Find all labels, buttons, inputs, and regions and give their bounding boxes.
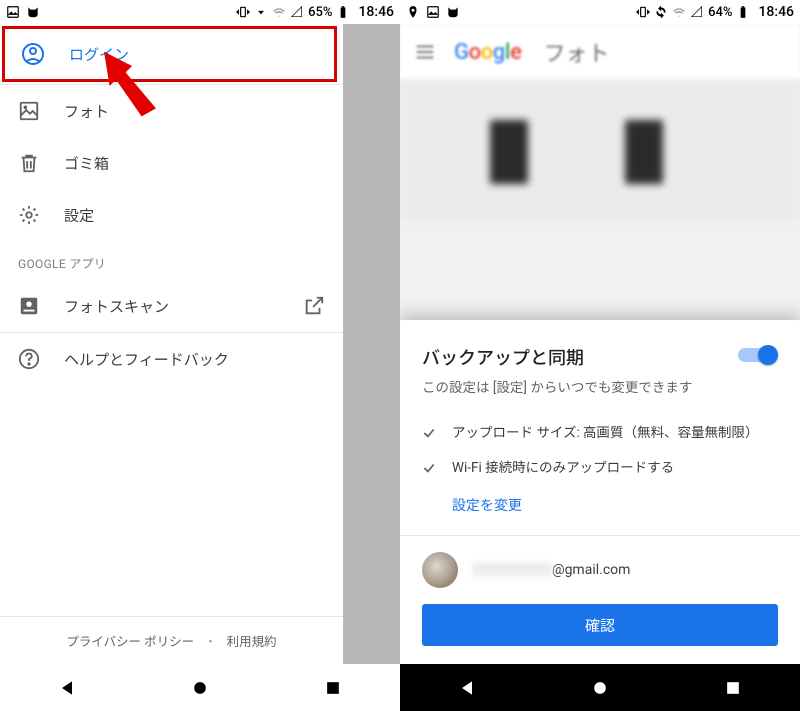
signal-icon [690, 5, 704, 19]
nav-item-settings[interactable]: 設定 [0, 189, 343, 241]
nav-label: 設定 [64, 205, 94, 226]
google-logo: Google [454, 40, 521, 65]
dot-separator: ・ [204, 631, 217, 650]
sheet-title: バックアップと同期 [422, 344, 584, 370]
back-button[interactable] [57, 678, 77, 698]
check-icon [422, 461, 436, 475]
blurred-background [400, 80, 800, 220]
check-item: Wi-Fi 接続時にのみアップロードする [422, 459, 778, 479]
location-notification-icon [406, 5, 420, 19]
terms-link[interactable]: 利用規約 [227, 631, 277, 650]
wifi-icon [272, 5, 286, 19]
nav-item-trash[interactable]: ゴミ箱 [0, 137, 343, 189]
back-button[interactable] [457, 678, 477, 698]
battery-icon [736, 5, 750, 19]
login-label: ログイン [69, 44, 129, 65]
clock: 18:46 [358, 4, 394, 20]
account-row[interactable]: @gmail.com [422, 552, 778, 588]
right-content: Google フォト バックアップと同期 この設定は [設定] からいつでも変更… [400, 24, 800, 664]
status-bar-left: 65% 18:46 [0, 0, 400, 24]
account-email: @gmail.com [472, 562, 630, 578]
account-circle-icon [21, 42, 45, 66]
app-header: Google フォト [400, 24, 800, 80]
check-icon [422, 426, 436, 440]
avatar [422, 552, 458, 588]
nav-drawer: ログイン フォト ゴミ箱 設定 GOOGLE アプリ フォトスキャン ヘルプとフ… [0, 24, 343, 664]
right-phone: 64% 18:46 Google フォト バックアップと同期 この設定は [設定… [400, 0, 800, 711]
login-button[interactable]: ログイン [2, 26, 337, 82]
check-text: Wi-Fi 接続時にのみアップロードする [452, 459, 674, 479]
left-phone: 65% 18:46 ログイン フォト ゴミ箱 設定 GOOGLE アプリ フォト… [0, 0, 400, 711]
vibrate-icon [236, 5, 250, 19]
open-external-icon [303, 295, 325, 317]
backup-toggle[interactable] [738, 344, 778, 366]
privacy-link[interactable]: プライバシー ポリシー [66, 631, 194, 650]
recents-button[interactable] [723, 678, 743, 698]
status-bar-right: 64% 18:46 [400, 0, 800, 24]
photo-notification-icon [6, 5, 20, 19]
photoscan-icon [18, 295, 40, 317]
nav-label: ゴミ箱 [64, 153, 109, 174]
recents-button[interactable] [323, 678, 343, 698]
section-title-google-apps: GOOGLE アプリ [0, 241, 343, 280]
system-navbar [400, 664, 800, 711]
cat-notification-icon [26, 5, 40, 19]
nav-label: フォトスキャン [64, 296, 169, 317]
nav-item-help[interactable]: ヘルプとフィードバック [0, 333, 343, 385]
check-item: アップロード サイズ: 高画質（無料、容量無制限） [422, 424, 778, 444]
battery-percent: 64% [708, 5, 732, 20]
sync-icon [654, 5, 668, 19]
gear-icon [18, 204, 40, 226]
home-button[interactable] [590, 678, 610, 698]
sheet-subtitle: この設定は [設定] からいつでも変更できます [422, 378, 778, 398]
backup-sync-sheet: バックアップと同期 この設定は [設定] からいつでも変更できます アップロード… [400, 320, 800, 664]
trash-icon [18, 152, 40, 174]
vibrate-icon [636, 5, 650, 19]
home-button[interactable] [190, 678, 210, 698]
nav-label: フォト [64, 101, 109, 122]
signal-icon [290, 5, 304, 19]
content-scrim [343, 24, 400, 664]
cat-notification-icon [446, 5, 460, 19]
battery-icon [336, 5, 350, 19]
menu-icon[interactable] [414, 41, 436, 63]
checklist: アップロード サイズ: 高画質（無料、容量無制限） Wi-Fi 接続時にのみアッ… [422, 424, 778, 515]
photo-notification-icon [426, 5, 440, 19]
app-title-photo: フォト [543, 36, 609, 68]
help-icon [18, 348, 40, 370]
battery-percent: 65% [308, 5, 332, 20]
nav-label: ヘルプとフィードバック [64, 349, 229, 370]
divider [400, 535, 800, 536]
confirm-button[interactable]: 確認 [422, 604, 778, 646]
check-text: アップロード サイズ: 高画質（無料、容量無制限） [452, 424, 759, 444]
change-settings-link[interactable]: 設定を変更 [452, 495, 778, 515]
drawer-footer: プライバシー ポリシー ・ 利用規約 [0, 616, 343, 664]
clock: 18:46 [758, 4, 794, 20]
photo-icon [18, 100, 40, 122]
nav-item-photoscan[interactable]: フォトスキャン [0, 280, 343, 332]
nav-item-photos[interactable]: フォト [0, 85, 343, 137]
dropdown-icon [254, 5, 268, 19]
system-navbar [0, 664, 400, 711]
wifi-icon [672, 5, 686, 19]
